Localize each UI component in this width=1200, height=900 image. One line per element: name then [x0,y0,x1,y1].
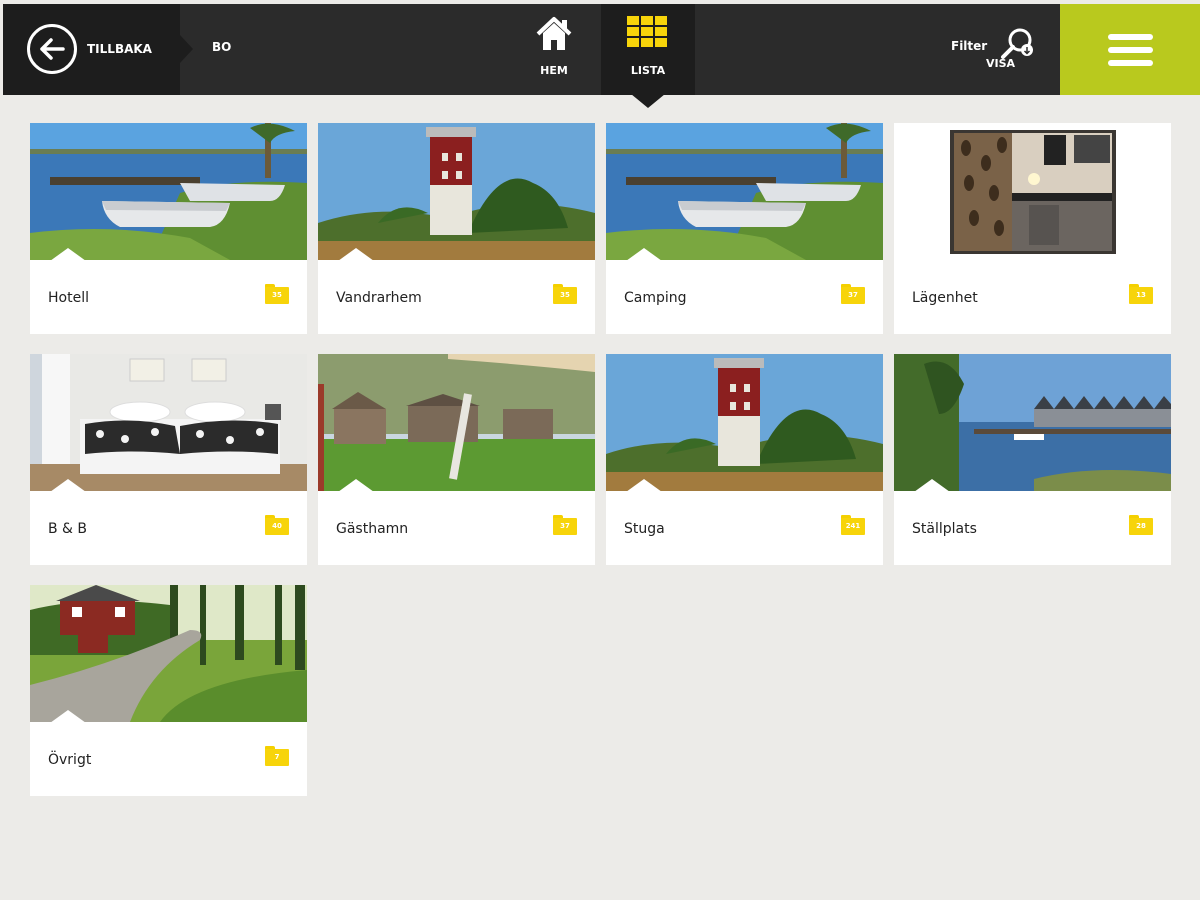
back-arrow-icon [27,24,77,74]
category-grid: Hotell 35 Vandrarhem 35 Camping 37 Lägen… [30,123,1171,796]
category-count: 35 [553,287,577,304]
folder-count-icon: 35 [265,284,289,304]
category-image [30,354,307,491]
folder-count-icon: 7 [265,746,289,766]
category-image [894,123,1171,260]
tab-home-label: HEM [540,64,568,77]
card-notch [626,248,662,261]
tab-list-label: LISTA [630,64,666,77]
folder-count-icon: 28 [1129,515,1153,535]
folder-count-icon: 37 [553,515,577,535]
category-title: B & B [48,521,88,537]
card-notch [338,479,374,492]
card-notch [50,248,86,261]
card-notch [50,710,86,723]
back-label: TILLBAKA [87,42,152,56]
category-title: Camping [624,290,687,306]
category-count: 241 [841,518,865,535]
category-image [894,354,1171,491]
filter-button[interactable]: Filter VISA [948,24,1048,79]
category-card-ovrigt[interactable]: Övrigt 7 [30,585,307,796]
category-title: Övrigt [48,752,92,768]
folder-count-icon: 35 [553,284,577,304]
category-count: 28 [1129,518,1153,535]
category-title: Stuga [624,521,665,537]
category-card-stuga[interactable]: Stuga 241 [606,354,883,565]
category-title: Gästhamn [336,521,409,537]
category-title: Hotell [48,290,89,306]
category-card-camping[interactable]: Camping 37 [606,123,883,334]
category-image [318,354,595,491]
category-card-vandrarhem[interactable]: Vandrarhem 35 [318,123,595,334]
top-bar: TILLBAKA BO HEM LISTA Filter VISA [3,4,1200,108]
folder-count-icon: 241 [841,515,865,535]
folder-count-icon: 13 [1129,284,1153,304]
category-image [606,354,883,491]
category-card-gasthamn[interactable]: Gästhamn 37 [318,354,595,565]
tab-home[interactable]: HEM [507,4,601,95]
folder-count-icon: 40 [265,515,289,535]
category-title: Ställplats [912,521,977,537]
menu-button[interactable] [1060,4,1200,95]
category-card-stallplats[interactable]: Ställplats 28 [894,354,1171,565]
category-count: 7 [265,749,289,766]
category-card-hotell[interactable]: Hotell 35 [30,123,307,334]
category-count: 35 [265,287,289,304]
card-notch [50,479,86,492]
category-count: 37 [553,518,577,535]
category-count: 40 [265,518,289,535]
card-notch [338,248,374,261]
hamburger-icon [1107,27,1153,73]
filter-label: Filter [951,39,988,53]
back-zone: TILLBAKA [3,4,193,95]
home-icon [534,16,574,56]
category-image [606,123,883,260]
category-image [318,123,595,260]
card-notch [626,479,662,492]
folder-count-icon: 37 [841,284,865,304]
filter-sub-label: VISA [986,57,1016,70]
category-title: Vandrarhem [336,290,422,306]
category-count: 13 [1129,287,1153,304]
category-card-lagenhet[interactable]: Lägenhet 13 [894,123,1171,334]
grid-icon [627,16,669,54]
tab-list[interactable]: LISTA [601,4,695,108]
back-button[interactable]: TILLBAKA [27,23,177,75]
category-title: Lägenhet [912,290,978,306]
category-image [30,585,307,722]
category-image [30,123,307,260]
card-notch [914,479,950,492]
breadcrumb: BO [212,40,232,54]
category-card-bnb[interactable]: B & B 40 [30,354,307,565]
category-count: 37 [841,287,865,304]
